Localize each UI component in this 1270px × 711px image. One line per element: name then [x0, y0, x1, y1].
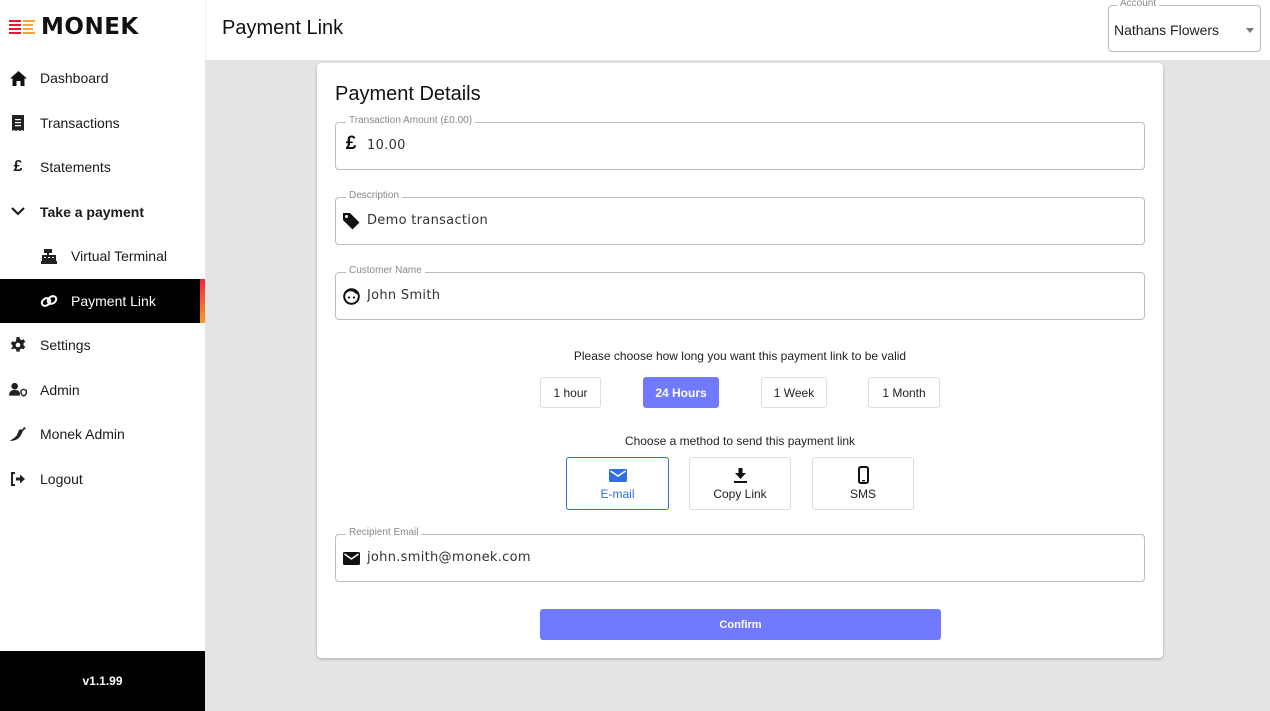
dropdown-arrow-icon — [1246, 28, 1254, 33]
duration-1-month-button[interactable]: 1 Month — [868, 377, 940, 408]
pound-icon: £ — [345, 133, 357, 154]
link-icon — [40, 292, 58, 310]
validity-prompt: Please choose how long you want this pay… — [573, 349, 907, 363]
gear-icon — [9, 336, 27, 354]
sidebar-nav: Dashboard Transactions £ Statements Take… — [0, 56, 205, 501]
top-header: Payment Link Account Nathans Flowers — [205, 0, 1270, 60]
field-label: Description — [346, 190, 403, 201]
sidebar-item-admin[interactable]: Admin — [0, 368, 205, 413]
tag-icon — [342, 212, 360, 230]
envelope-icon — [342, 549, 360, 567]
sidebar-item-label: Dashboard — [40, 70, 109, 87]
sidebar-item-label: Monek Admin — [40, 426, 125, 443]
method-label: E-mail — [600, 487, 635, 501]
sidebar-item-statements[interactable]: £ Statements — [0, 145, 205, 190]
logo[interactable]: MONEK — [9, 14, 139, 40]
duration-24-hours-button[interactable]: 24 Hours — [643, 377, 719, 408]
payment-details-card: Payment Details Transaction Amount (£0.0… — [317, 63, 1163, 658]
sidebar-item-dashboard[interactable]: Dashboard — [0, 56, 205, 101]
field-label: Customer Name — [346, 265, 425, 276]
confirm-button[interactable]: Confirm — [540, 609, 941, 640]
receipt-icon — [9, 114, 27, 132]
cash-register-icon — [40, 247, 58, 265]
face-icon — [342, 287, 360, 305]
sidebar: MONEK Dashboard Transactions £ Statement… — [0, 0, 205, 711]
customer-name-input[interactable] — [367, 288, 1127, 303]
envelope-icon — [608, 466, 627, 484]
description-field[interactable]: Description — [335, 190, 1145, 245]
sidebar-item-label: Transactions — [40, 114, 120, 131]
sidebar-item-label: Settings — [40, 337, 91, 354]
recipient-email-field[interactable]: Recipient Email — [335, 527, 1145, 582]
duration-1-hour-button[interactable]: 1 hour — [540, 377, 601, 408]
pound-icon: £ — [13, 158, 23, 176]
duration-1-week-button[interactable]: 1 Week — [761, 377, 827, 408]
customer-name-field[interactable]: Customer Name — [335, 265, 1145, 320]
logo-text: MONEK — [41, 14, 139, 40]
page-title: Payment Link — [222, 17, 344, 39]
sidebar-item-label: Payment Link — [71, 292, 156, 309]
method-sms-button[interactable]: SMS — [812, 457, 914, 510]
sidebar-item-settings[interactable]: Settings — [0, 323, 205, 368]
monek-logo-icon — [9, 19, 35, 35]
sidebar-item-label: Logout — [40, 470, 83, 487]
field-label: Recipient Email — [346, 527, 422, 538]
sidebar-item-label: Statements — [40, 159, 111, 176]
field-label: Transaction Amount (£0.00) — [346, 115, 476, 126]
transaction-amount-input[interactable] — [367, 138, 1127, 153]
method-copy-link-button[interactable]: Copy Link — [689, 457, 791, 510]
sidebar-item-monek-admin[interactable]: Monek Admin — [0, 412, 205, 457]
pepper-icon — [9, 425, 27, 443]
account-select-label: Account — [1117, 0, 1160, 9]
method-label: Copy Link — [713, 487, 767, 501]
logout-icon — [9, 470, 27, 488]
sidebar-item-virtual-terminal[interactable]: Virtual Terminal — [0, 234, 205, 279]
sidebar-item-logout[interactable]: Logout — [0, 457, 205, 502]
sidebar-item-take-a-payment[interactable]: Take a payment — [0, 190, 205, 235]
sidebar-item-label: Virtual Terminal — [71, 248, 167, 265]
user-shield-icon — [9, 381, 27, 399]
description-input[interactable] — [367, 213, 1127, 228]
phone-icon — [857, 466, 869, 484]
chevron-down-icon — [9, 203, 27, 221]
sidebar-item-payment-link[interactable]: Payment Link — [0, 278, 205, 323]
sidebar-item-transactions[interactable]: Transactions — [0, 101, 205, 146]
method-prompt: Choose a method to send this payment lin… — [624, 434, 856, 448]
card-title: Payment Details — [335, 83, 481, 105]
account-select-value: Nathans Flowers — [1114, 22, 1220, 38]
home-icon — [9, 69, 27, 87]
app-version: v1.1.99 — [0, 651, 205, 711]
account-select[interactable]: Account Nathans Flowers — [1108, 0, 1261, 52]
method-email-button[interactable]: E-mail — [566, 457, 669, 510]
sidebar-item-label: Admin — [40, 381, 80, 398]
sidebar-item-label: Take a payment — [40, 203, 145, 220]
method-label: SMS — [849, 487, 876, 501]
transaction-amount-field[interactable]: Transaction Amount (£0.00) £ — [335, 115, 1145, 170]
download-icon — [733, 466, 747, 484]
recipient-email-input[interactable] — [367, 550, 1127, 565]
